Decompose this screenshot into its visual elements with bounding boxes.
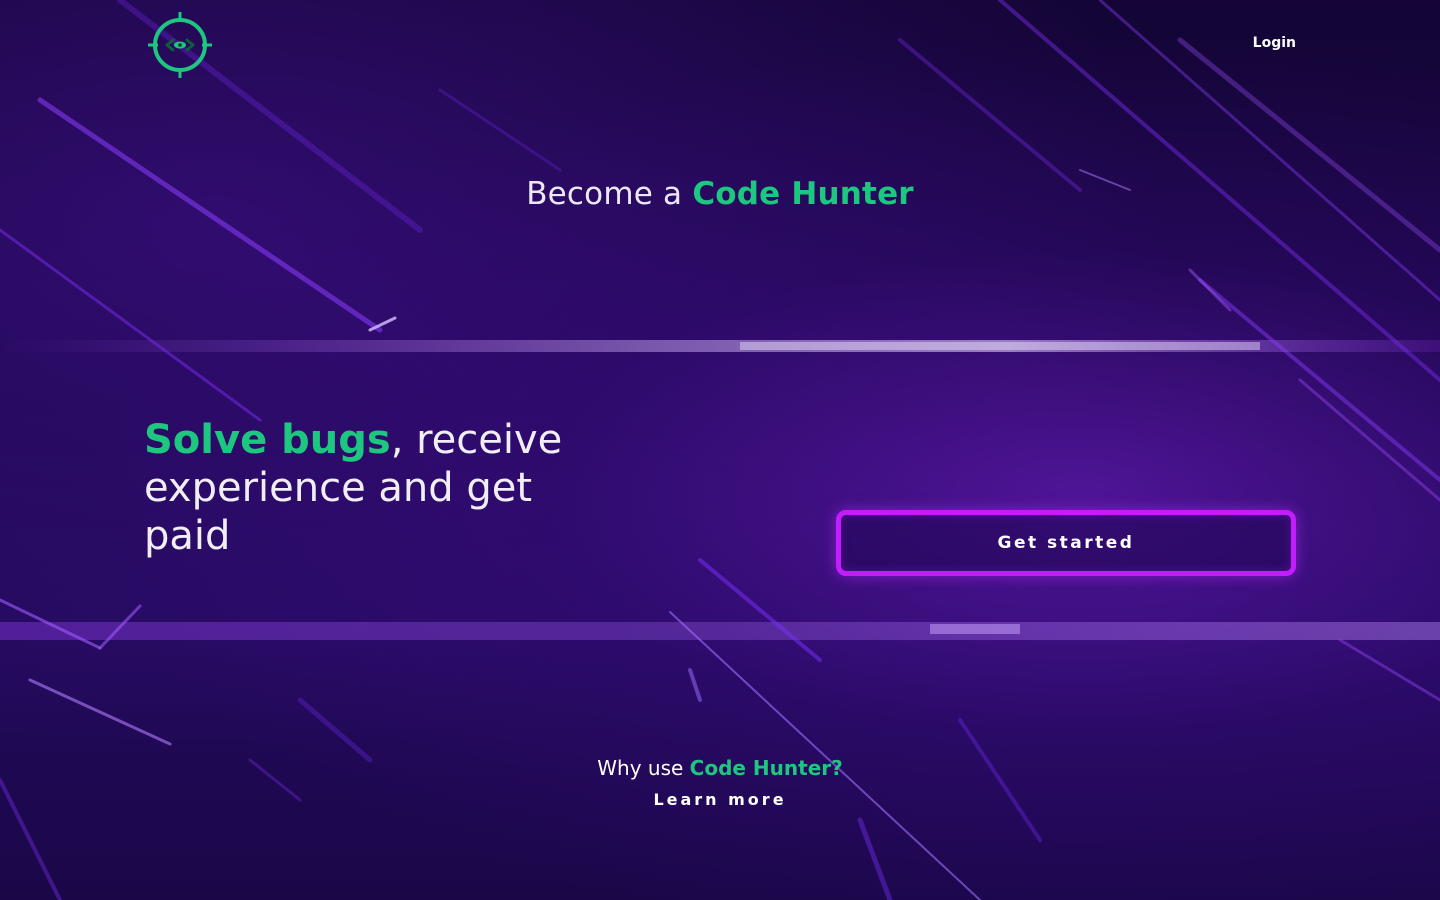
landing-page: Login Become a Code Hunter Solve bugs, r… [0,0,1440,900]
tagline-accent: Solve bugs [144,417,391,463]
page-title: Become a Code Hunter [0,176,1440,212]
why-section: Why use Code Hunter? Learn more [0,756,1440,809]
get-started-button[interactable]: Get started [836,510,1296,576]
why-title: Why use Code Hunter? [0,756,1440,780]
page-title-accent: Code Hunter [692,176,914,212]
login-link[interactable]: Login [1253,35,1296,51]
why-title-prefix: Why use [597,756,690,780]
crosshair-eye-icon[interactable] [148,12,212,78]
learn-more-link[interactable]: Learn more [653,790,786,809]
why-title-accent: Code Hunter? [689,756,843,780]
page-title-prefix: Become a [526,176,693,212]
hero-tagline: Solve bugs, receive experience and get p… [144,416,584,560]
